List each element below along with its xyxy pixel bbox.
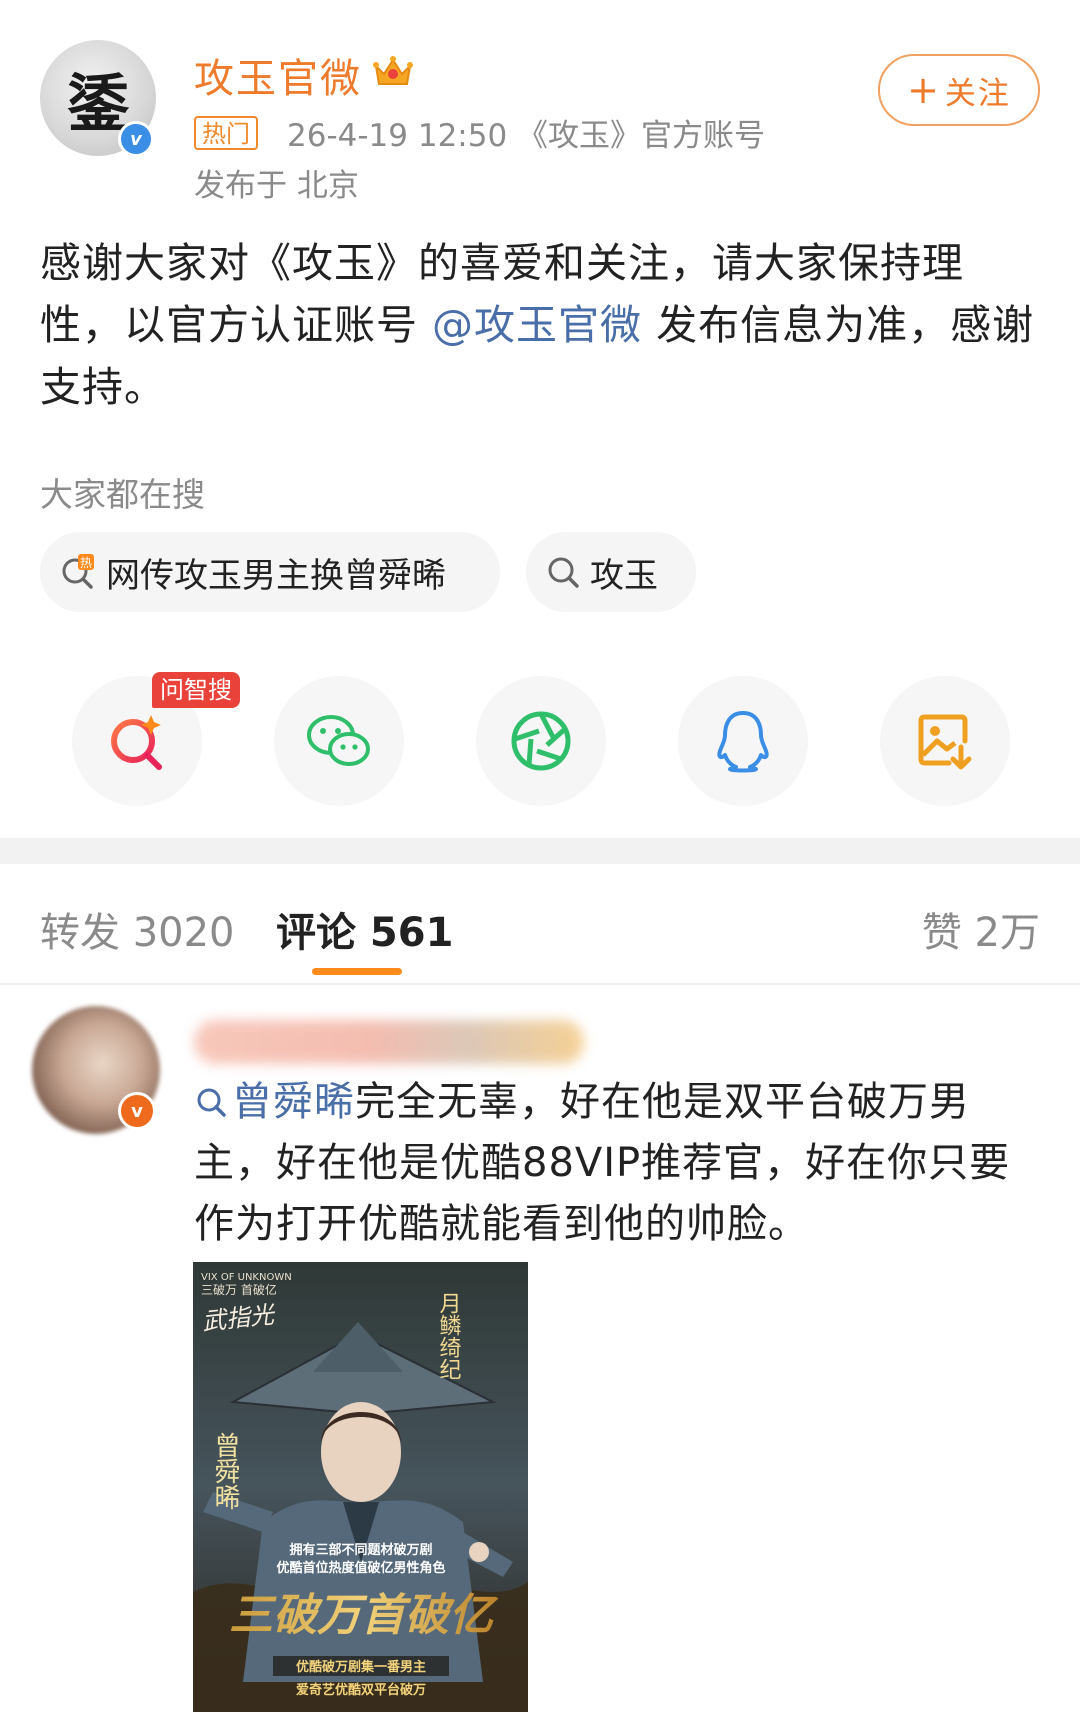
search-link-icon — [197, 1088, 226, 1117]
trending-search-title: 大家都在搜 — [40, 475, 205, 514]
post-text: 感谢大家对《攻玉》的喜爱和关注，请大家保持理性，以官方认证账号 @攻玉官微 发布… — [40, 232, 1040, 418]
poster-footer-1: 优酷破万剧集一番男主 — [296, 1659, 426, 1675]
poster-name-vertical: 曾舜晞 — [210, 1432, 240, 1510]
plus-icon: + — [907, 68, 941, 112]
crown-icon — [373, 56, 413, 85]
comment-search-link[interactable]: 曾舜晞 — [232, 1079, 355, 1125]
wechat-share-button[interactable] — [274, 676, 404, 806]
ai-search-badge: 问智搜 — [152, 672, 240, 708]
hot-search-icon: 热 — [62, 554, 94, 589]
ai-search-icon — [111, 715, 162, 770]
search-chip-2[interactable]: 攻玉 — [526, 532, 696, 612]
tabs-divider — [0, 983, 1080, 985]
search-chip-2-label: 攻玉 — [590, 555, 658, 596]
svg-text:热: 热 — [80, 556, 92, 570]
search-chip-1[interactable]: 热 网传攻玉男主换曾舜晞 — [40, 532, 500, 612]
moments-icon — [511, 711, 571, 771]
tab-repost[interactable]: 转发 3020 — [40, 900, 235, 958]
poster-big-title: 三破万首破亿 — [229, 1590, 499, 1641]
poster-footer-2: 爱奇艺优酷双平台破万 — [296, 1682, 426, 1698]
commenter-name-blurred[interactable] — [194, 1020, 584, 1064]
poster-top-cn: 三破万 首破亿 — [201, 1282, 277, 1297]
poster-caption-1: 拥有三部不同题材破万剧 — [289, 1542, 432, 1558]
search-chip-1-label: 网传攻玉男主换曾舜晞 — [106, 555, 446, 596]
post-meta: 26-4-19 12:50 《攻玉》官方账号 — [287, 110, 765, 155]
hot-tag-badge: 热门 — [194, 116, 258, 150]
comment-image[interactable]: VIX OF UNKNOWN 三破万 首破亿 武指光 月鳞绮纪 曾舜晞 拥有三部… — [193, 1262, 528, 1712]
follow-button[interactable]: + 关注 — [878, 54, 1040, 126]
commenter-verified-icon: v — [118, 1092, 156, 1130]
comment-text: 曾舜晞完全无辜，好在他是双平台破万男主，好在他是优酷88VIP推荐官，好在你只要… — [194, 1072, 1050, 1255]
section-divider — [0, 838, 1080, 864]
drama-poster: VIX OF UNKNOWN 三破万 首破亿 武指光 月鳞绮纪 曾舜晞 拥有三部… — [193, 1262, 528, 1712]
mention-link[interactable]: @攻玉官微 — [432, 301, 642, 349]
qq-share-button[interactable] — [678, 676, 808, 806]
poster-caption-2: 优酷首位热度值破亿男性角色 — [276, 1560, 445, 1576]
post-timestamp: 26-4-19 12:50 — [287, 118, 508, 154]
post-location: 发布于 北京 — [194, 168, 359, 204]
follow-label: 关注 — [944, 75, 1011, 112]
verified-icon: v — [118, 121, 154, 157]
qq-icon — [717, 711, 769, 773]
active-tab-indicator — [312, 968, 402, 975]
poster-top-en: VIX OF UNKNOWN — [201, 1272, 292, 1283]
tab-comment[interactable]: 评论 561 — [276, 900, 453, 958]
wechat-icon — [307, 715, 370, 766]
post-source: 《攻玉》官方账号 — [517, 118, 766, 154]
author-name[interactable]: 攻玉官微 — [194, 46, 362, 104]
tab-like[interactable]: 赞 2万 — [922, 900, 1040, 958]
save-image-icon — [918, 714, 972, 770]
search-icon — [548, 557, 579, 588]
moments-share-button[interactable] — [476, 676, 606, 806]
save-image-button[interactable] — [880, 676, 1010, 806]
poster-right-calligraphy: 月鳞绮纪 — [436, 1292, 462, 1380]
